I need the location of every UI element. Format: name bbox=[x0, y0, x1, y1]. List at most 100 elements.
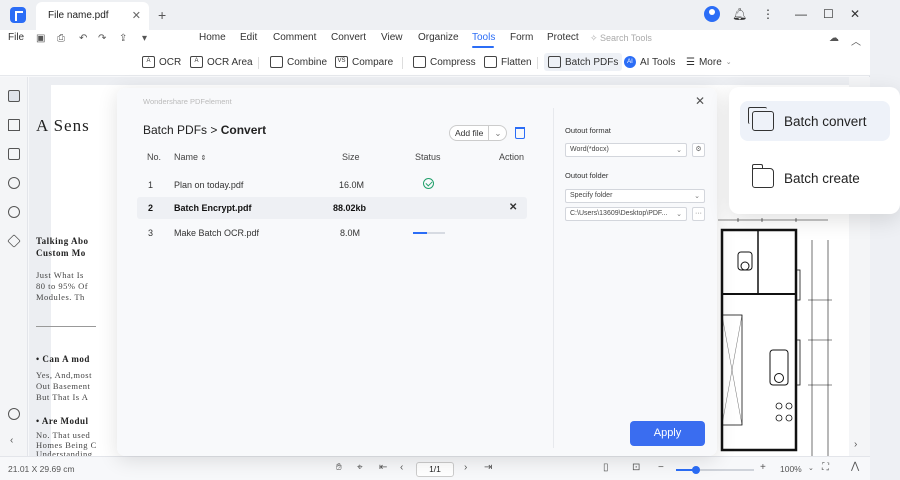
search-tools-placeholder: Search Tools bbox=[600, 33, 652, 43]
tool-ai-tools[interactable]: AI AI Tools bbox=[620, 53, 679, 71]
output-format-select[interactable]: Word(*docx) ⌄ bbox=[565, 143, 687, 157]
output-format-label: Outout format bbox=[565, 126, 611, 135]
kebab-menu-icon[interactable]: ⋮ bbox=[762, 7, 774, 21]
add-file-button[interactable]: Add file ⌄ bbox=[449, 125, 508, 141]
row-size: 16.0M bbox=[339, 180, 365, 190]
sort-icon[interactable]: ⇕ bbox=[201, 155, 207, 162]
page-layout-icon[interactable]: ▯ bbox=[603, 462, 609, 473]
help-icon[interactable] bbox=[8, 408, 20, 420]
column-size: Size bbox=[342, 152, 360, 162]
column-name[interactable]: Name ⇕ bbox=[174, 152, 206, 162]
tool-batch-pdfs[interactable]: Batch PDFs bbox=[544, 53, 623, 71]
attachment-icon[interactable] bbox=[8, 177, 20, 189]
tool-compress[interactable]: Compress bbox=[409, 53, 480, 71]
combine-icon bbox=[270, 56, 283, 68]
folder-path-value: C:\Users\13609\Desktop\PDF... bbox=[570, 210, 668, 217]
cloud-upload-icon[interactable]: ☁ bbox=[829, 33, 839, 44]
conversion-progress-fill bbox=[413, 232, 428, 234]
menu-protect[interactable]: Protect bbox=[547, 32, 579, 43]
select-tool-icon[interactable]: ⌖ bbox=[357, 462, 363, 473]
menu-item-batch-create[interactable]: Batch create bbox=[740, 158, 890, 198]
hand-tool-icon[interactable]: ✋︎ bbox=[336, 462, 342, 473]
expand-right-icon[interactable]: › bbox=[854, 439, 857, 450]
folder-option-select[interactable]: Specify folder ⌄ bbox=[565, 189, 705, 203]
menu-item-batch-convert[interactable]: Batch convert bbox=[740, 101, 890, 141]
collapse-status-icon[interactable]: ⋀ bbox=[851, 461, 859, 472]
menu-home[interactable]: Home bbox=[199, 32, 226, 43]
layers-icon[interactable] bbox=[7, 234, 21, 248]
table-row[interactable]: 1 Plan on today.pdf 16.0M bbox=[137, 174, 527, 196]
apply-button[interactable]: Apply bbox=[630, 421, 705, 446]
document-tab[interactable]: File name.pdf ✕ bbox=[36, 2, 149, 30]
dialog-divider bbox=[553, 108, 554, 448]
first-page-icon[interactable]: ⇤ bbox=[379, 462, 387, 473]
lightbulb-icon: ✧ bbox=[590, 33, 601, 43]
menu-form[interactable]: Form bbox=[510, 32, 533, 43]
undo-icon[interactable]: ↶ bbox=[79, 33, 87, 44]
minimize-button[interactable]: — bbox=[795, 7, 807, 21]
close-dialog-button[interactable]: ✕ bbox=[695, 94, 705, 108]
quick-access-icon[interactable]: ▾ bbox=[142, 33, 147, 44]
prev-page-icon[interactable]: ‹ bbox=[400, 462, 403, 473]
document-heading: A Sens bbox=[36, 116, 90, 135]
menu-comment[interactable]: Comment bbox=[273, 32, 316, 43]
folder-path-select[interactable]: C:\Users\13609\Desktop\PDF... ⌄ bbox=[565, 207, 687, 221]
comment-icon[interactable] bbox=[8, 148, 20, 160]
tool-flatten[interactable]: Flatten bbox=[480, 53, 536, 71]
collapse-ribbon-icon[interactable]: ︿ bbox=[851, 33, 861, 48]
zoom-dropdown-icon[interactable]: ⌄ bbox=[808, 464, 814, 472]
tool-more[interactable]: ☰ More ⌄ bbox=[682, 53, 736, 71]
tool-compare[interactable]: VS Compare bbox=[331, 53, 397, 71]
tool-combine[interactable]: Combine bbox=[266, 53, 331, 71]
browse-folder-button[interactable]: ··· bbox=[692, 207, 705, 221]
zoom-slider[interactable] bbox=[676, 466, 754, 474]
bell-icon[interactable]: 🔔︎ bbox=[732, 7, 747, 21]
remove-row-icon[interactable]: ✕ bbox=[509, 202, 517, 213]
menu-file[interactable]: File bbox=[8, 32, 24, 43]
search-tools-input[interactable]: ✧ Search Tools bbox=[590, 33, 652, 44]
menu-convert[interactable]: Convert bbox=[331, 32, 366, 43]
next-page-icon[interactable]: › bbox=[464, 462, 467, 473]
last-page-icon[interactable]: ⇥ bbox=[484, 462, 492, 473]
zoom-in-icon[interactable]: + bbox=[760, 462, 766, 473]
menu-bar: File ▣ ⎙ ↶ ↷ ⇪ ▾ Home Edit Comment Conve… bbox=[0, 30, 870, 48]
table-row[interactable]: 2 Batch Encrypt.pdf 88.02kb ✕ bbox=[137, 197, 527, 219]
new-tab-button[interactable]: + bbox=[158, 7, 166, 23]
redo-icon[interactable]: ↷ bbox=[98, 33, 106, 44]
table-row[interactable]: 3 Make Batch OCR.pdf 8.0M bbox=[137, 222, 527, 244]
document-text: Modules. Th bbox=[36, 292, 85, 302]
menu-edit[interactable]: Edit bbox=[240, 32, 257, 43]
tool-ocr-label: OCR bbox=[159, 56, 182, 68]
maximize-button[interactable]: ☐ bbox=[823, 7, 834, 21]
avatar[interactable] bbox=[704, 6, 720, 22]
breadcrumb-parent[interactable]: Batch PDFs bbox=[143, 123, 207, 137]
thumbnails-icon[interactable] bbox=[8, 90, 20, 102]
zoom-slider-handle[interactable] bbox=[691, 466, 700, 474]
collapse-left-icon[interactable]: ‹ bbox=[10, 435, 13, 446]
column-status: Status bbox=[415, 152, 441, 162]
zoom-out-icon[interactable]: − bbox=[658, 462, 664, 473]
bookmark-icon[interactable] bbox=[8, 119, 20, 131]
add-file-dropdown-icon[interactable]: ⌄ bbox=[488, 126, 506, 140]
fit-page-icon[interactable]: ⊡ bbox=[632, 462, 640, 473]
tool-ocr[interactable]: A OCR bbox=[138, 53, 185, 71]
menu-organize[interactable]: Organize bbox=[418, 32, 459, 43]
column-action: Action bbox=[499, 152, 525, 162]
print-icon[interactable]: ⎙ bbox=[57, 33, 65, 44]
menu-view[interactable]: View bbox=[381, 32, 403, 43]
share-icon[interactable]: ⇪ bbox=[119, 33, 127, 44]
close-window-button[interactable]: ✕ bbox=[850, 7, 860, 21]
fullscreen-icon[interactable]: ⛶ bbox=[822, 462, 829, 473]
menu-tools[interactable]: Tools bbox=[472, 32, 495, 43]
zoom-level[interactable]: 100% bbox=[780, 464, 802, 474]
format-settings-icon[interactable]: ⚙ bbox=[692, 143, 705, 157]
document-bullet: • Are Modul bbox=[36, 416, 89, 426]
tool-ocr-area[interactable]: A OCR Area bbox=[186, 53, 257, 71]
trash-icon[interactable] bbox=[515, 127, 525, 139]
search-icon[interactable] bbox=[8, 206, 20, 218]
row-no: 2 bbox=[148, 203, 154, 213]
save-icon[interactable]: ▣ bbox=[36, 33, 45, 44]
dialog-brand: Wondershare PDFelement bbox=[143, 97, 232, 106]
close-tab-icon[interactable]: ✕ bbox=[132, 9, 141, 22]
page-number-input[interactable]: 1/1 bbox=[416, 462, 454, 477]
